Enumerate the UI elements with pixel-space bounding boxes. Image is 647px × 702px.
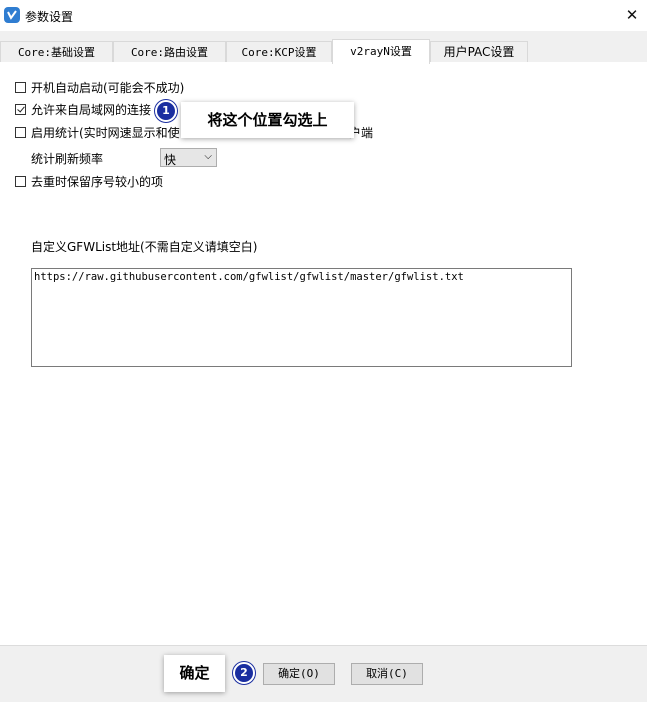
dedup-label: 去重时保留序号较小的项 [31, 174, 164, 189]
tab-core-basic[interactable]: Core:基础设置 [0, 41, 113, 62]
gfwlist-label: 自定义GFWList地址(不需自定义请填空白) [31, 240, 258, 254]
tab-strip: Core:基础设置 Core:路由设置 Core:KCP设置 v2rayN设置 … [0, 31, 647, 64]
close-icon[interactable]: ✕ [617, 0, 647, 31]
title-bar: 参数设置 ✕ [0, 0, 647, 31]
option-statistics[interactable]: 启用统计(实时网速显示和使 [15, 124, 180, 140]
gfwlist-url-input[interactable]: https://raw.githubusercontent.com/gfwlis… [31, 268, 572, 367]
gfwlist-url-value: https://raw.githubusercontent.com/gfwlis… [34, 271, 464, 283]
chevron-down-icon: ⌵ [204, 151, 212, 162]
option-dedup[interactable]: 去重时保留序号较小的项 [15, 173, 163, 189]
tab-core-kcp[interactable]: Core:KCP设置 [226, 41, 332, 62]
option-autostart[interactable]: 开机自动启动(可能会不成功) [15, 79, 184, 95]
annotation-step2-callout: 确定 [164, 655, 225, 692]
settings-panel: 开机自动启动(可能会不成功) 允许来自局域网的连接 启用统计(实时网速显示和使 … [0, 62, 647, 645]
allow-lan-label: 允许来自局域网的连接 [31, 102, 152, 117]
frequency-value: 快 [164, 153, 177, 167]
cancel-button[interactable]: 取消(C) [351, 663, 423, 685]
statistics-checkbox[interactable] [15, 126, 26, 138]
option-allow-lan[interactable]: 允许来自局域网的连接 [15, 101, 151, 117]
allow-lan-checkbox[interactable] [15, 103, 26, 115]
autostart-checkbox[interactable] [15, 81, 26, 93]
annotation-step1-badge: 1 [155, 100, 177, 122]
dedup-checkbox[interactable] [15, 175, 26, 187]
tab-user-pac[interactable]: 用户PAC设置 [430, 41, 528, 62]
tab-core-routing[interactable]: Core:路由设置 [113, 41, 226, 62]
annotation-step2-text: 确定 [179, 664, 210, 682]
annotation-step2-badge: 2 [233, 662, 255, 684]
annotation-step1-text: 将这个位置勾选上 [207, 111, 328, 129]
dialog-footer: 确定(O) 取消(C) [0, 645, 647, 702]
autostart-label: 开机自动启动(可能会不成功) [31, 80, 185, 95]
annotation-step1-callout: 将这个位置勾选上 [181, 102, 354, 138]
statistics-label: 启用统计(实时网速显示和使 [31, 125, 180, 140]
tab-v2rayn-settings[interactable]: v2rayN设置 [332, 39, 430, 64]
frequency-label: 统计刷新频率 [31, 152, 104, 166]
frequency-select[interactable]: 快 ⌵ [160, 148, 217, 167]
ok-button[interactable]: 确定(O) [263, 663, 335, 685]
window-title: 参数设置 [25, 10, 74, 24]
app-logo-icon [4, 7, 20, 23]
